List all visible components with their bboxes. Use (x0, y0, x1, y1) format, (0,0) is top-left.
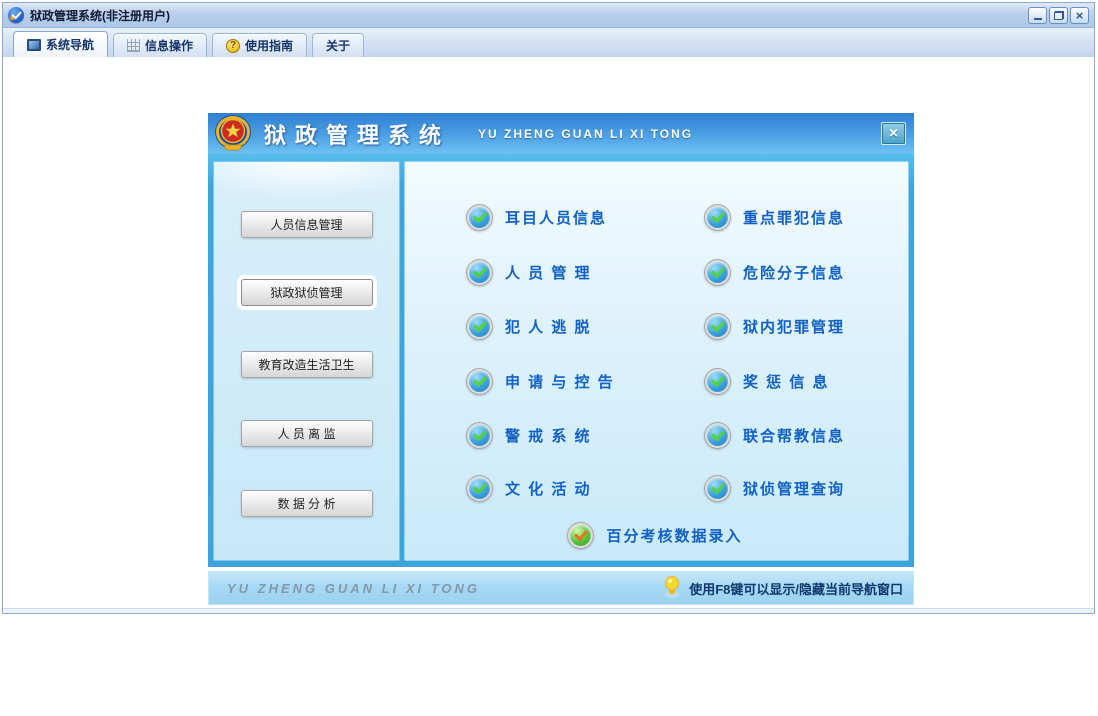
dialog-header: 狱政管理系统 YU ZHENG GUAN LI XI TONG × (208, 113, 914, 154)
sidebar-button-prison-admin[interactable]: 狱政狱侦管理 (240, 279, 373, 306)
help-icon: ? (226, 38, 241, 53)
tab-label: 使用指南 (245, 39, 294, 53)
police-badge-icon (215, 115, 251, 151)
tab-bar: 系统导航 信息操作 ? 使用指南 关于 (3, 28, 1094, 58)
tab-label: 关于 (326, 39, 351, 53)
window-title: 狱政管理系统(非注册用户) (30, 8, 170, 23)
minimize-icon (1033, 18, 1042, 20)
menu-item-alert-system[interactable]: 警 戒 系 统 (469, 421, 707, 449)
window-bottom-strip (3, 608, 1094, 613)
menu-row: 人 员 管 理 危险分子信息 (469, 258, 898, 286)
check-icon (707, 261, 728, 283)
close-button[interactable]: × (1070, 6, 1089, 24)
app-window: 狱政管理系统(非注册用户) × 系统导航 信息操作 ? 使用指南 关于 狱政管理… (2, 2, 1095, 614)
dialog-subtitle: YU ZHENG GUAN LI XI TONG (478, 126, 694, 141)
restore-icon (1053, 10, 1064, 20)
navigation-dialog: 狱政管理系统 YU ZHENG GUAN LI XI TONG × 人员信息管理… (208, 113, 914, 605)
check-icon (469, 370, 490, 392)
check-icon (707, 315, 728, 337)
tab-about[interactable]: 关于 (312, 33, 365, 57)
menu-item-label: 狱侦管理查询 (743, 480, 846, 498)
tab-label: 信息操作 (145, 39, 194, 53)
title-bar: 狱政管理系统(非注册用户) × (3, 3, 1094, 28)
sidebar-button-data-analysis[interactable]: 数 据 分 析 (240, 490, 373, 517)
close-icon: × (1075, 7, 1084, 23)
menu-item-personnel-mgmt[interactable]: 人 员 管 理 (469, 258, 707, 286)
check-icon (469, 315, 490, 337)
menu-row: 警 戒 系 统 联合帮教信息 (469, 421, 898, 449)
check-icon (469, 261, 490, 283)
menu-item-label: 重点罪犯信息 (743, 209, 846, 227)
check-icon (469, 206, 490, 228)
menu-item-prison-crime-mgmt[interactable]: 狱内犯罪管理 (707, 312, 845, 340)
footer-tip: 使用F8键可以显示/隐藏当前导航窗口 (661, 576, 903, 600)
dialog-close-button[interactable]: × (881, 122, 906, 145)
tab-label: 系统导航 (46, 38, 95, 52)
menu-item-dangerous-elements[interactable]: 危险分子信息 (707, 258, 845, 286)
check-icon (707, 370, 728, 392)
footer-brand: YU ZHENG GUAN LI XI TONG (227, 580, 481, 596)
check-icon (707, 477, 728, 499)
window-controls: × (1028, 6, 1089, 24)
grid-icon (127, 39, 141, 52)
check-icon (469, 424, 490, 446)
app-logo-icon (8, 7, 24, 23)
menu-item-label: 联合帮教信息 (743, 427, 846, 445)
monitor-icon (27, 38, 41, 51)
close-icon: × (888, 124, 899, 142)
dialog-title: 狱政管理系统 (264, 122, 451, 148)
menu-item-label: 危险分子信息 (743, 264, 846, 282)
menu-item-label: 百分考核数据录入 (606, 527, 743, 545)
check-icon (707, 424, 728, 446)
sidebar-panel: 人员信息管理 狱政狱侦管理 教育改造生活卫生 人 员 离 监 数 据 分 析 (213, 161, 400, 561)
tab-user-guide[interactable]: ? 使用指南 (212, 33, 308, 57)
menu-item-appeal-complaint[interactable]: 申 请 与 控 告 (469, 367, 707, 395)
menu-item-joint-assistance[interactable]: 联合帮教信息 (707, 421, 845, 449)
menu-item-reward-punishment[interactable]: 奖 惩 信 息 (707, 367, 830, 395)
lightbulb-icon (663, 576, 682, 599)
check-icon (469, 477, 490, 499)
check-icon (707, 206, 728, 228)
menu-row: 百分考核数据录入 (405, 521, 908, 549)
menu-item-cultural-activities[interactable]: 文 化 活 动 (469, 474, 707, 502)
menu-item-label: 狱内犯罪管理 (743, 318, 846, 336)
minimize-button[interactable] (1028, 6, 1047, 24)
check-icon (570, 524, 592, 546)
menu-row: 犯 人 逃 脱 狱内犯罪管理 (469, 312, 898, 340)
footer-tip-text: 使用F8键可以显示/隐藏当前导航窗口 (689, 581, 903, 597)
menu-item-label: 耳目人员信息 (505, 209, 608, 227)
menu-item-percent-assessment-entry[interactable]: 百分考核数据录入 (570, 521, 742, 549)
sidebar-button-education[interactable]: 教育改造生活卫生 (240, 351, 373, 378)
menu-item-investigation-query[interactable]: 狱侦管理查询 (707, 474, 845, 502)
dialog-body: 人员信息管理 狱政狱侦管理 教育改造生活卫生 人 员 离 监 数 据 分 析 耳… (208, 154, 914, 567)
menu-item-label: 人 员 管 理 (505, 264, 592, 282)
main-panel: 耳目人员信息 重点罪犯信息 人 员 管 理 危险分子信息 犯 人 逃 脱 狱内犯… (404, 161, 909, 561)
menu-row: 文 化 活 动 狱侦管理查询 (469, 474, 898, 502)
menu-item-label: 犯 人 逃 脱 (505, 318, 592, 336)
menu-item-escape[interactable]: 犯 人 逃 脱 (469, 312, 707, 340)
restore-button[interactable] (1049, 6, 1068, 24)
menu-row: 申 请 与 控 告 奖 惩 信 息 (469, 367, 898, 395)
sidebar-button-personnel-info[interactable]: 人员信息管理 (240, 211, 373, 238)
menu-item-key-criminal-info[interactable]: 重点罪犯信息 (707, 203, 845, 231)
tab-information-operations[interactable]: 信息操作 (113, 33, 208, 57)
menu-item-label: 申 请 与 控 告 (505, 373, 615, 391)
sidebar-button-departure[interactable]: 人 员 离 监 (240, 420, 373, 447)
menu-item-label: 奖 惩 信 息 (743, 373, 830, 391)
menu-item-label: 警 戒 系 统 (505, 427, 592, 445)
tab-system-navigation[interactable]: 系统导航 (13, 31, 109, 57)
menu-item-informant-info[interactable]: 耳目人员信息 (469, 203, 707, 231)
dialog-footer: YU ZHENG GUAN LI XI TONG 使用F8键可以显示/隐藏当前导… (208, 571, 914, 605)
menu-row: 耳目人员信息 重点罪犯信息 (469, 203, 898, 231)
menu-item-label: 文 化 活 动 (505, 480, 592, 498)
